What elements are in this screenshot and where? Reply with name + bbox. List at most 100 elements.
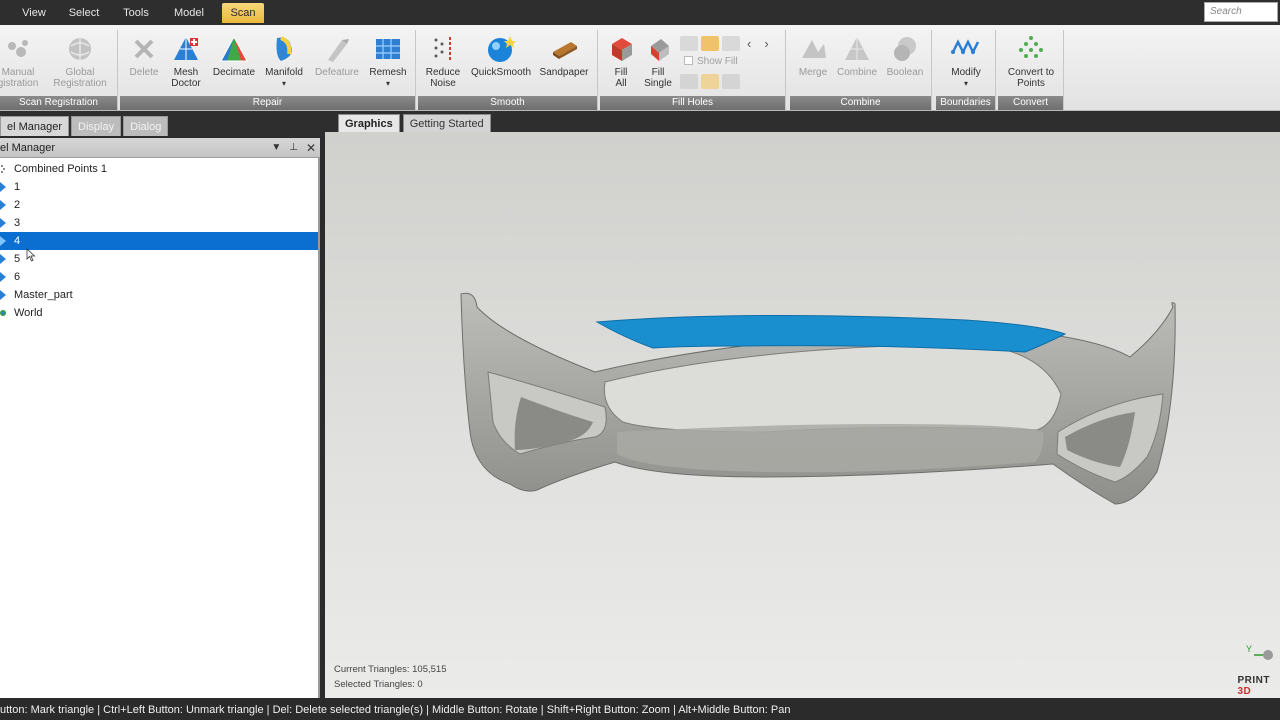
panel-tabs: el Manager Display Dialog xyxy=(0,116,170,136)
mesh-icon xyxy=(0,254,6,264)
chevron-left-icon[interactable]: ‹ xyxy=(747,36,751,51)
fill-all-icon xyxy=(612,38,632,61)
checkbox-icon xyxy=(684,56,693,65)
globe-icon xyxy=(0,310,6,316)
mesh-icon xyxy=(0,200,6,210)
model-manager-header: el Manager ▼ ⊥ ✕ xyxy=(0,138,320,158)
remesh-button[interactable]: Remesh ▾ xyxy=(364,34,412,89)
chevron-down-icon: ▾ xyxy=(281,79,286,88)
chevron-down-icon: ▾ xyxy=(385,79,390,88)
combine-icon xyxy=(845,37,869,60)
mesh-doctor-icon xyxy=(174,37,198,60)
menu-model[interactable]: Model xyxy=(170,3,208,23)
decimate-button[interactable]: Decimate xyxy=(210,34,258,78)
convert-to-points-button[interactable]: Convert to Points xyxy=(1000,34,1062,89)
ribbon: Manual gistration Global Registration Sc… xyxy=(0,25,1280,111)
mouse-cursor-icon xyxy=(26,248,36,262)
modify-button[interactable]: Modify ▾ xyxy=(940,34,992,89)
group-label-fill-holes: Fill Holes xyxy=(600,96,785,110)
reduce-noise-icon xyxy=(434,37,451,61)
defeature-icon xyxy=(328,39,349,62)
remesh-icon xyxy=(376,39,400,59)
dropdown-icon[interactable]: ▼ xyxy=(271,138,281,158)
fill-curved-icon[interactable] xyxy=(701,36,719,51)
panel-title: el Manager xyxy=(0,142,56,154)
group-label-repair: Repair xyxy=(120,96,415,110)
manifold-icon xyxy=(276,36,292,61)
combine-button[interactable]: Combine xyxy=(834,34,880,78)
status-bar: utton: Mark triangle | Ctrl+Left Button:… xyxy=(0,700,1280,720)
tree-item-combined-points[interactable]: Combined Points 1 xyxy=(0,160,318,178)
tree-item-3[interactable]: 3 xyxy=(0,214,318,232)
tab-dialog[interactable]: Dialog xyxy=(123,116,169,136)
tree-item-6[interactable]: 6 xyxy=(0,268,318,286)
group-scan-registration: Manual gistration Global Registration Sc… xyxy=(0,30,118,110)
sandpaper-icon xyxy=(553,42,577,59)
tree-item-master-part[interactable]: Master_part xyxy=(0,286,318,304)
mesh-icon xyxy=(0,218,6,228)
axis-triad-icon xyxy=(1254,650,1273,660)
boolean-icon xyxy=(894,37,916,61)
mesh-doctor-button[interactable]: Mesh Doctor xyxy=(164,34,208,89)
group-label-combine: Combine xyxy=(790,96,931,110)
fill-all-button[interactable]: Fill All xyxy=(602,34,640,89)
group-label-boundaries: Boundaries xyxy=(936,96,995,110)
search-input[interactable]: Search xyxy=(1204,2,1278,22)
chevron-right-icon[interactable]: › xyxy=(764,36,768,51)
mesh-icon xyxy=(0,236,6,246)
sandpaper-button[interactable]: Sandpaper xyxy=(536,34,592,78)
fill-single-button[interactable]: Fill Single xyxy=(640,34,676,89)
fill-options-row: ‹ › xyxy=(680,36,769,51)
group-convert: Convert to Points Convert xyxy=(998,30,1064,110)
pin-icon[interactable]: ⊥ xyxy=(289,138,298,158)
quicksmooth-button[interactable]: QuickSmooth xyxy=(468,34,534,78)
quicksmooth-icon xyxy=(488,36,516,62)
group-smooth: Reduce Noise QuickSmooth Sandpaper Smoot… xyxy=(418,30,598,110)
close-icon[interactable]: ✕ xyxy=(306,138,316,158)
tree-item-1[interactable]: 1 xyxy=(0,178,318,196)
axis-triad: Y xyxy=(1246,636,1274,666)
boolean-button[interactable]: Boolean xyxy=(882,34,928,78)
global-registration-icon xyxy=(69,38,91,60)
tab-model-manager[interactable]: el Manager xyxy=(0,116,70,136)
fill-shape-icon[interactable] xyxy=(680,36,698,51)
show-fill-checkbox[interactable]: Show Fill xyxy=(684,56,738,67)
group-label-convert: Convert xyxy=(998,96,1063,110)
group-label-smooth: Smooth xyxy=(418,96,597,110)
mesh-icon xyxy=(0,272,6,282)
defeature-button[interactable]: Defeature xyxy=(312,34,362,78)
decimate-icon xyxy=(220,35,248,62)
selected-triangles-readout: Selected Triangles: 0 xyxy=(334,679,423,690)
global-registration-button[interactable]: Global Registration xyxy=(52,34,108,89)
reduce-noise-button[interactable]: Reduce Noise xyxy=(420,34,466,89)
manual-registration-button[interactable]: Manual gistration xyxy=(0,34,42,89)
menu-scan[interactable]: Scan xyxy=(222,3,264,23)
merge-button[interactable]: Merge xyxy=(792,34,834,78)
fill-flat-icon[interactable] xyxy=(722,36,740,51)
tree-item-5[interactable]: 5 xyxy=(0,248,318,268)
tab-display[interactable]: Display xyxy=(71,116,122,136)
delete-button[interactable]: Delete xyxy=(122,34,166,78)
chevron-down-icon: ▾ xyxy=(963,79,968,88)
tree-item-2[interactable]: 2 xyxy=(0,196,318,214)
viewport-tabs: Graphics Getting Started xyxy=(338,114,491,132)
tree-item-world[interactable]: World xyxy=(0,304,318,322)
graphics-viewport[interactable]: Current Triangles: 105,515 Selected Tria… xyxy=(325,132,1280,698)
menu-tools[interactable]: Tools xyxy=(118,3,154,23)
tab-graphics[interactable]: Graphics xyxy=(338,114,400,132)
points-icon xyxy=(1,165,5,173)
menu-select[interactable]: Select xyxy=(66,3,102,23)
manifold-button[interactable]: Manifold ▾ xyxy=(260,34,308,89)
tree-item-4[interactable]: 4 xyxy=(0,232,318,250)
group-label-scan-registration: Scan Registration xyxy=(0,96,117,110)
menu-bar: View Select Tools Model Scan Search xyxy=(0,0,1280,25)
fill-options-row-2 xyxy=(680,74,740,89)
print3d-logo: PRINT 3D xyxy=(1237,675,1270,697)
fill-option-icon[interactable] xyxy=(701,74,719,89)
menu-view[interactable]: View xyxy=(18,3,50,23)
model-tree: Combined Points 1 1 2 3 4 5 6 Master_par… xyxy=(0,158,320,698)
fill-option-icon[interactable] xyxy=(680,74,698,89)
mesh-icon xyxy=(0,182,6,192)
fill-option-icon[interactable] xyxy=(722,74,740,89)
tab-getting-started[interactable]: Getting Started xyxy=(402,114,491,132)
